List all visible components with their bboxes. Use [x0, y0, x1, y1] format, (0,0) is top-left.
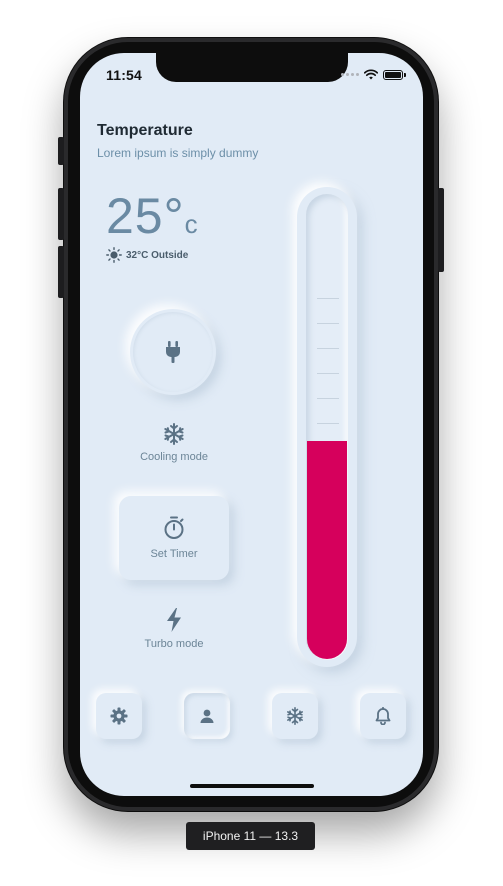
thermometer-tube: [306, 194, 348, 660]
notch: [156, 53, 348, 82]
thermometer-tick: [317, 373, 339, 374]
simulator-stage: 11:54 Temperature Lorem ipsum is simply …: [0, 0, 503, 886]
turbo-mode-label: Turbo mode: [144, 638, 204, 650]
outside-temperature: 32°C Outside: [106, 247, 188, 263]
thermometer-fill: [307, 441, 347, 659]
snowflake-icon: [164, 423, 184, 445]
turbo-mode-button[interactable]: Turbo mode: [104, 608, 244, 650]
temperature-unit: c: [184, 209, 199, 239]
temperature-value: 25°: [106, 188, 185, 244]
user-icon: [200, 709, 214, 723]
wifi-icon: [364, 69, 378, 80]
bell-icon: [375, 707, 391, 725]
volume-down-button: [58, 246, 64, 298]
battery-icon: [383, 69, 406, 80]
page-subtitle: Lorem ipsum is simply dummy: [97, 146, 259, 160]
thermometer-tick: [317, 423, 339, 424]
stopwatch-icon: [164, 516, 184, 539]
cooling-mode-label: Cooling mode: [140, 451, 208, 463]
home-indicator[interactable]: [190, 784, 314, 788]
plug-icon: [166, 341, 180, 363]
thermometer-tick: [317, 348, 339, 349]
set-timer-button[interactable]: Set Timer: [119, 496, 229, 580]
thermometer: [297, 187, 357, 667]
volume-up-button: [58, 188, 64, 240]
app-screen: 11:54 Temperature Lorem ipsum is simply …: [80, 53, 423, 796]
power-button[interactable]: [130, 309, 216, 395]
page-title: Temperature: [97, 122, 193, 139]
nav-settings-button[interactable]: [96, 693, 142, 739]
gear-icon: [110, 707, 128, 725]
nav-cooling-button[interactable]: [272, 693, 318, 739]
cooling-mode-button[interactable]: Cooling mode: [104, 423, 244, 463]
thermometer-tick: [317, 298, 339, 299]
device-caption: iPhone 11 — 13.3: [186, 822, 315, 850]
power-side-button: [438, 188, 444, 272]
lightning-icon: [167, 608, 181, 632]
nav-notifications-button[interactable]: [360, 693, 406, 739]
status-icons: [341, 69, 406, 80]
thermometer-tick: [317, 323, 339, 324]
signal-icon: [341, 73, 359, 76]
sun-icon: [106, 247, 122, 263]
outside-temperature-label: 32°C Outside: [126, 249, 189, 261]
bottom-nav: [80, 693, 423, 743]
snowflake-icon: [287, 707, 303, 725]
status-time: 11:54: [106, 67, 143, 83]
mute-switch: [58, 137, 64, 165]
nav-profile-button[interactable]: [184, 693, 230, 739]
set-timer-label: Set Timer: [150, 548, 198, 560]
thermometer-tick: [317, 398, 339, 399]
temperature-readout: 25°c: [106, 187, 199, 245]
